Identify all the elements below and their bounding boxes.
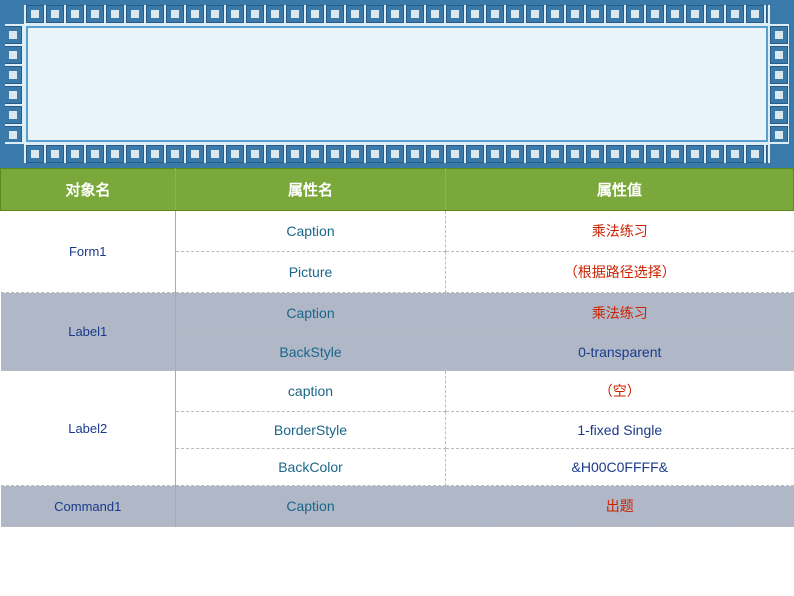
header-property-name: 属性名: [176, 169, 446, 211]
corner-tl-piece: [4, 4, 24, 24]
left-pattern-segments: [4, 26, 24, 142]
property-value-cell: （空）: [446, 371, 794, 412]
object-name-cell: Label1: [1, 293, 176, 371]
properties-table-container: 对象名 属性名 属性值 Form1Caption乘法练习Picture（根据路径…: [0, 168, 794, 596]
property-name-cell: caption: [176, 371, 446, 412]
property-value-cell: &H00C0FFFF&: [446, 449, 794, 486]
top-pattern-segments: // Will be rendered via JS below: [26, 5, 768, 23]
property-value-cell: 乘法练习: [446, 293, 794, 334]
corner-bl-piece: [4, 144, 24, 164]
bottom-pattern-bar: [4, 144, 790, 164]
object-name-cell: Form1: [1, 211, 176, 293]
header-object-name: 对象名: [1, 169, 176, 211]
right-pattern-segments: [770, 26, 790, 142]
object-name-cell: Label2: [1, 371, 176, 486]
property-name-cell: BackColor: [176, 449, 446, 486]
corner-tr-piece: [770, 4, 790, 24]
property-name-cell: Caption: [176, 293, 446, 334]
property-value-cell: 1-fixed Single: [446, 412, 794, 449]
property-value-cell: 出题: [446, 486, 794, 527]
property-value-cell: 0-transparent: [446, 334, 794, 371]
table-row: Label2caption（空）: [1, 371, 794, 412]
property-value-cell: 乘法练习: [446, 211, 794, 252]
table-row: Label1Caption乘法练习: [1, 293, 794, 334]
top-pattern-bar: // Will be rendered via JS below: [4, 4, 790, 24]
property-name-cell: Caption: [176, 486, 446, 527]
property-name-cell: BorderStyle: [176, 412, 446, 449]
decorative-header: // Will be rendered via JS below: [0, 0, 794, 168]
inner-content: [26, 26, 768, 142]
properties-table: 对象名 属性名 属性值 Form1Caption乘法练习Picture（根据路径…: [0, 168, 794, 527]
table-body: Form1Caption乘法练习Picture（根据路径选择）Label1Cap…: [1, 211, 794, 527]
corner-br-piece: [770, 144, 790, 164]
object-name-cell: Command1: [1, 486, 176, 527]
table-row: Command1Caption出题: [1, 486, 794, 527]
header-property-value: 属性值: [446, 169, 794, 211]
property-name-cell: Picture: [176, 252, 446, 293]
bottom-pattern-segments: [26, 145, 768, 163]
property-value-cell: （根据路径选择）: [446, 252, 794, 293]
table-row: Form1Caption乘法练习: [1, 211, 794, 252]
property-name-cell: Caption: [176, 211, 446, 252]
property-name-cell: BackStyle: [176, 334, 446, 371]
table-header-row: 对象名 属性名 属性值: [1, 169, 794, 211]
